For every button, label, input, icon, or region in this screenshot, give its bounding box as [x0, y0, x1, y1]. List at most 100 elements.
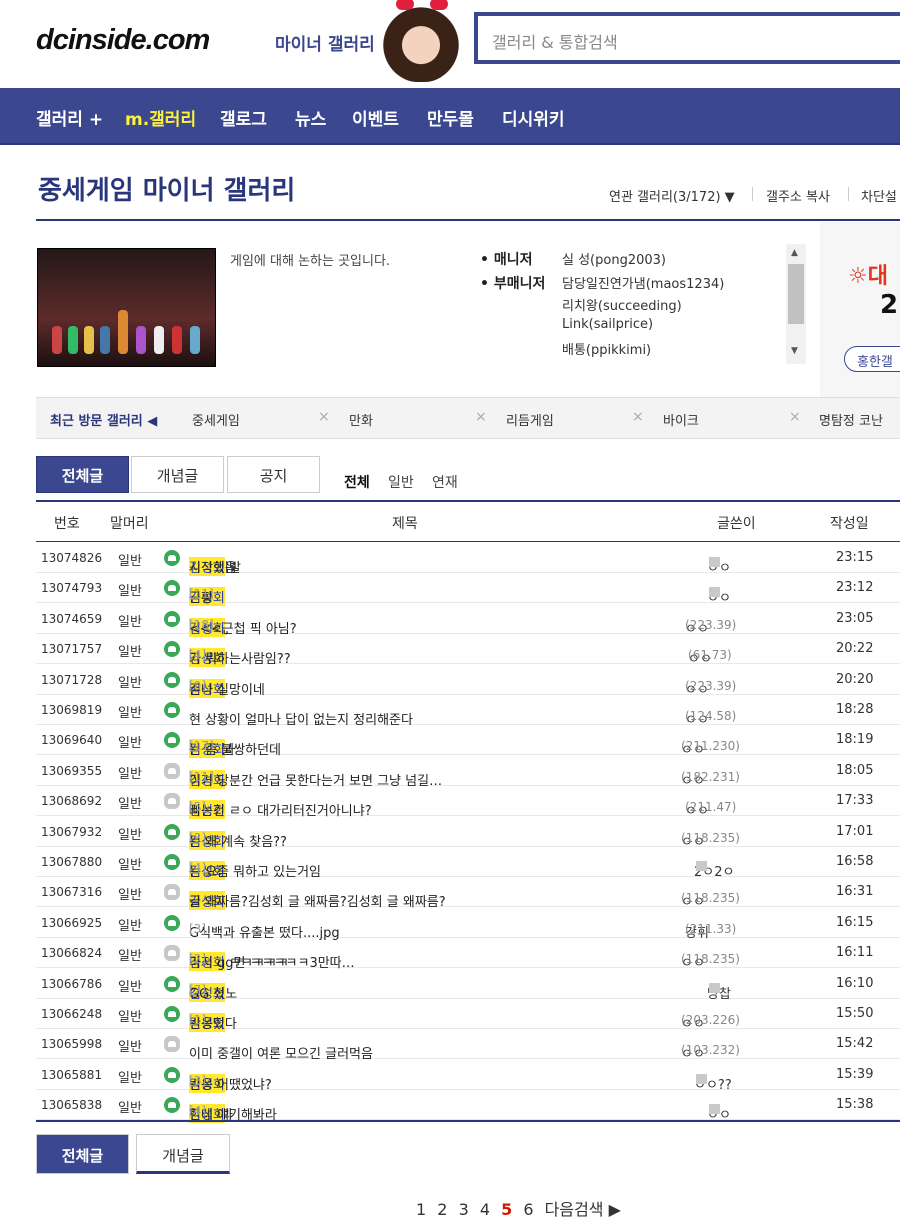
table-row[interactable]: 13069819 일반 현 상황이 얼마나 답이 없는지 정리해준다 ㅇㅇ (124…	[36, 695, 900, 728]
close-icon[interactable]: ×	[632, 409, 644, 425]
nav-gallog[interactable]: 갤로그	[220, 105, 267, 130]
post-number: 13071728	[41, 672, 103, 687]
search-input[interactable]: 갤러리 & 통합검색	[492, 29, 618, 53]
comment-count[interactable]: [4]	[189, 1104, 206, 1118]
search-box[interactable]: 갤러리 & 통합검색	[474, 12, 900, 64]
table-row[interactable]: 13069355 일반 김성회 이거 당분간 언급 못한다는거 보면 그냥 넘길… …	[36, 756, 900, 789]
comment-count[interactable]: [5]	[189, 800, 206, 814]
table-row[interactable]: 13065881 일반 김성회 반응 어땠었냐? [3] ㅇㅇ?? 15:39	[36, 1060, 900, 1093]
table-row[interactable]: 13068692일반근데 김성회빠는건 ㄹㅇ 대가리터진거아니냐? [5]ㅇㅇ …	[36, 786, 900, 820]
recent-gallery-item[interactable]: 명탐정 코난	[819, 410, 883, 429]
post-head: 일반	[118, 1070, 142, 1086]
tab-concept-posts[interactable]: 개념글	[131, 456, 224, 493]
post-number: 13067316	[41, 885, 103, 900]
page-link[interactable]: 2	[437, 1200, 447, 1219]
table-row[interactable]: 13066824 일반 우짜노 ㅋㅋㅋㅋㅋ 김성회 마저 gg면 ㅋㅋㅋㅋㅋ3만따… […	[36, 938, 900, 972]
table-row[interactable]: 13065838일반g식백과 김성회한테 얘기해봐라 [4]ㅇㅇ15:38	[36, 1090, 900, 1124]
next-search-link[interactable]: 다음검색 ▶	[545, 1200, 621, 1219]
table-row[interactable]: 13071728 일반 김성회 존나 실망이네 [9] ㅇㅇ (223.39) 20:2…	[36, 665, 900, 698]
table-row[interactable]: 13074793 일반 김성회 근황 [11] ㅇㅇ 23:12	[36, 573, 900, 607]
sub-manager-name[interactable]: Link(sailprice)	[562, 317, 653, 332]
table-row[interactable]: 13067932 일반 김성회 는 왜 계속 찾음?? [3] ㅇㅇ (118.235)…	[36, 817, 900, 850]
related-gallery-dropdown[interactable]: 연관 갤러리(3/172) ▼	[609, 186, 735, 205]
subtab-all[interactable]: 전체	[344, 472, 370, 492]
table-row[interactable]: 13067316 일반 김성회 글 왜짜름?김성회 글 왜짜름?김성회 글 왜짜름?…	[36, 877, 900, 911]
close-icon[interactable]: ×	[475, 409, 487, 425]
copy-gallery-address[interactable]: 갤주소 복사	[766, 186, 830, 205]
recent-gallery-item[interactable]: 만화	[349, 410, 373, 429]
close-icon[interactable]: ×	[789, 409, 801, 425]
recent-gallery-item[interactable]: 바이크	[663, 410, 699, 429]
page-link[interactable]: 4	[480, 1200, 490, 1219]
sub-manager-name[interactable]: 배통(ppikkimi)	[562, 339, 651, 358]
comment-count[interactable]: [17]	[189, 739, 214, 753]
table-row[interactable]: 13074826일반뭐야 시발 김성회 시작했음 ㅇㅇ23:15	[36, 543, 900, 576]
comment-count[interactable]: [2]	[189, 952, 206, 966]
writer-ip: (223.39)	[685, 617, 737, 632]
table-row[interactable]: 13065998 일반 이미 중갤이 여론 모으긴 글러먹음 ㅇㅇ (103.232…	[36, 1029, 900, 1062]
subtab-general[interactable]: 일반	[388, 472, 414, 492]
comment-count[interactable]: [4]	[189, 648, 206, 662]
subtab-series[interactable]: 연재	[432, 472, 458, 492]
sub-manager-name[interactable]: 리치왕(succeeding)	[562, 295, 682, 314]
table-row[interactable]: 13066786 일반 김성회 GG 쳤노 [7] 냥찹 16:10	[36, 969, 900, 1002]
comment-count[interactable]: [3]	[189, 1074, 206, 1088]
table-row[interactable]: 13067880 일반 김성회 는 요즘 뭐하고 있는거임 [4] 2ㅇ2ㅇ 16:58	[36, 847, 900, 880]
page-link[interactable]: 3	[459, 1200, 469, 1219]
side-banner[interactable]: ☼대 2 홍한갤	[820, 222, 900, 398]
nav-m-gallery[interactable]: m.갤러리	[125, 105, 196, 130]
comment-count[interactable]: [4]	[189, 861, 206, 875]
minor-gallery-label[interactable]: 마이너 갤러리	[275, 30, 375, 55]
post-head: 일반	[118, 766, 142, 782]
page-link-current[interactable]: 5	[501, 1200, 512, 1219]
post-number: 13071757	[41, 642, 103, 657]
post-head: 일반	[118, 858, 142, 873]
concept-posts-button[interactable]: 개념글	[136, 1134, 230, 1174]
block-settings[interactable]: 차단설	[861, 186, 897, 205]
post-head: 일반	[118, 1040, 142, 1056]
scroll-down-icon[interactable]: ▼	[791, 346, 798, 356]
post-head: 일반	[118, 554, 142, 569]
nav-dcwiki[interactable]: 디시위키	[502, 105, 565, 130]
text-post-icon	[164, 762, 180, 779]
comment-count[interactable]: [9]	[189, 679, 206, 693]
comment-count[interactable]: [11]	[189, 770, 214, 784]
post-head: 일반	[118, 827, 142, 843]
comment-count[interactable]: [1]	[189, 1013, 206, 1027]
comment-count[interactable]: [11]	[189, 587, 214, 601]
manager-list-scrollbar[interactable]: ▲ ▼	[786, 244, 806, 364]
gallery-title[interactable]: 중세게임 마이너 갤러리	[38, 170, 295, 207]
close-icon[interactable]: ×	[318, 409, 330, 425]
tab-all-posts[interactable]: 전체글	[36, 456, 129, 493]
post-number: 13074826	[41, 551, 103, 565]
site-logo[interactable]: dcinside.com	[36, 24, 210, 57]
comment-count[interactable]: [3]	[189, 922, 206, 936]
recent-gallery-item[interactable]: 중세게임	[192, 410, 240, 429]
comment-count[interactable]: [7]	[189, 983, 206, 997]
comment-count[interactable]: [18]	[189, 618, 214, 632]
scroll-up-icon[interactable]: ▲	[791, 248, 798, 258]
sub-manager-name[interactable]: 담당일진연가냄(maos1234)	[562, 273, 724, 292]
nav-event[interactable]: 이벤트	[352, 105, 399, 130]
image-post-icon	[164, 1097, 180, 1114]
page-link[interactable]: 1	[416, 1200, 426, 1219]
recent-galleries-label[interactable]: 최근 방문 갤러리 ◀	[50, 410, 157, 429]
tab-notice[interactable]: 공지	[227, 456, 320, 493]
comment-count[interactable]: [3]	[189, 831, 206, 845]
table-row[interactable]: 13074659일반미리칸, 김성회 <<<근첩 픽 아님? [18]ㅇㅇ (2…	[36, 604, 900, 637]
manager-name[interactable]: 실 성(pong2003)	[562, 249, 666, 268]
table-row[interactable]: 13071757 일반 김성회 가 뭐하는사람임?? [4] ㅇㅇ (61.73) 20:…	[36, 634, 900, 668]
nav-mandumall[interactable]: 만두몰	[427, 105, 474, 130]
nav-gallery[interactable]: 갤러리 +	[36, 105, 103, 130]
member-icon	[696, 1073, 707, 1084]
table-row[interactable]: 13066925 일반 G식백과 유출본 떴다....jpg [3] 강휘 (211.…	[36, 908, 900, 941]
table-row[interactable]: 13066248 일반 김성회 반응떴다 [1] ㅇㅇ (203.226) 15:50	[36, 999, 900, 1032]
banner-button[interactable]: 홍한갤	[844, 346, 900, 372]
text-post-icon	[164, 1036, 180, 1053]
all-posts-button[interactable]: 전체글	[36, 1134, 129, 1174]
recent-gallery-item[interactable]: 리듬게임	[506, 410, 554, 429]
page-link[interactable]: 6	[523, 1200, 533, 1219]
nav-news[interactable]: 뉴스	[295, 105, 326, 130]
table-row[interactable]: 13069640일반G식백과 김성회는 좀 불쌍하던데 [17]ㅇㅇ (211.…	[36, 725, 900, 759]
scrollbar-thumb[interactable]	[788, 264, 804, 324]
